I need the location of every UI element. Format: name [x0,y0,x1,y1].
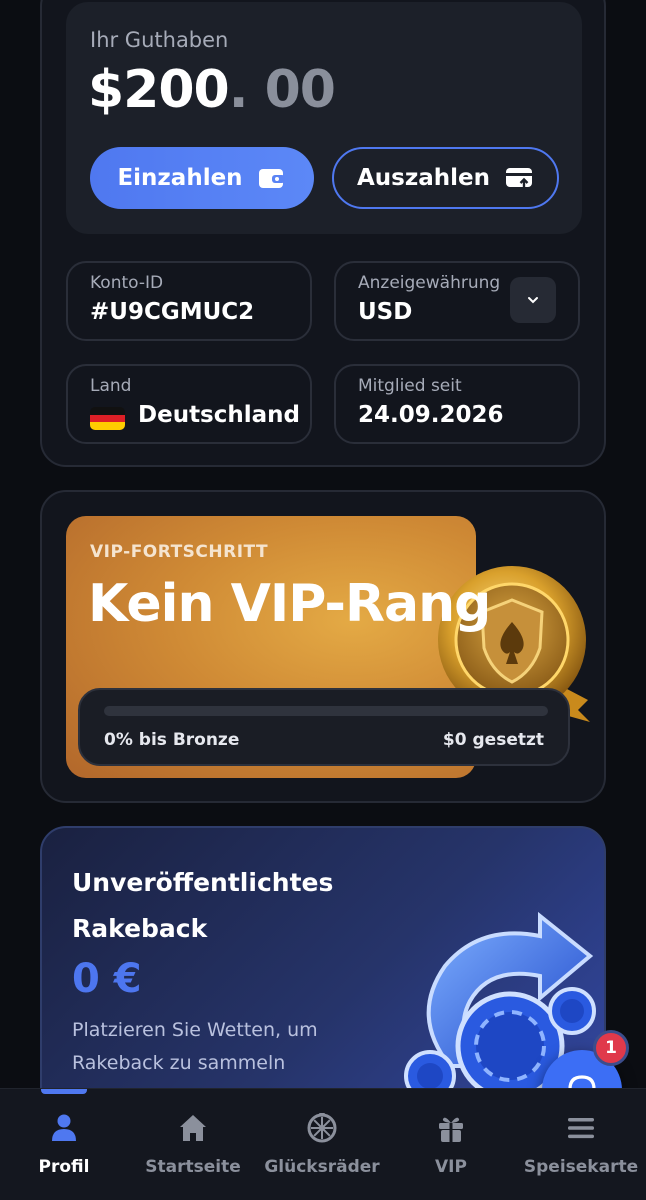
balance-amount: $200. 00 [88,60,336,120]
gift-icon [439,1117,463,1142]
germany-flag-icon [90,407,125,430]
currency-dropdown-button[interactable] [510,277,556,323]
nav-label-vip: VIP [435,1157,467,1177]
nav-label-profil: Profil [38,1157,90,1177]
account-id-value: #U9CGMUC2 [90,299,255,325]
vip-overline: VIP-FORTSCHRITT [90,542,269,562]
nav-label-gluecksraeder: Glücksräder [264,1157,380,1177]
card-upload-icon [506,168,532,189]
country-label: Land [90,376,132,396]
nav-active-indicator [41,1089,87,1094]
nav-item-vip[interactable]: VIP [386,1111,516,1177]
profile-page: Ihr Guthaben $200. 00 Einzahlen Auszahle… [0,0,646,1200]
country-value: Deutschland [138,402,300,428]
member-since-label: Mitglied seit [358,376,462,396]
balance-whole: $200 [88,60,230,120]
nav-item-startseite[interactable]: Startseite [128,1111,258,1177]
rakeback-title: Unveröffentlichtes Rakeback [72,868,334,943]
currency-value: USD [358,299,413,325]
withdraw-label: Auszahlen [356,165,490,191]
wheel-icon [307,1113,337,1143]
account-id-box: Konto-ID #U9CGMUC2 [66,261,312,341]
wallet-icon [258,169,285,188]
home-icon [180,1115,206,1141]
member-since-box: Mitglied seit 24.09.2026 [334,364,580,444]
chevron-down-icon [528,297,538,304]
nav-item-gluecksraeder[interactable]: Glücksräder [257,1111,387,1177]
support-notification-badge: 1 [593,1030,629,1066]
account-id-label: Konto-ID [90,273,164,293]
balance-label: Ihr Guthaben [90,28,229,52]
vip-rank-title: Kein VIP-Rang [88,574,491,634]
balance-box: Ihr Guthaben $200. 00 Einzahlen Auszahle… [66,2,582,234]
country-box: Land Deutschland [66,364,312,444]
rakeback-amount: 0 € [72,956,142,1002]
deposit-label: Einzahlen [117,165,243,191]
currency-selector[interactable]: Anzeigewährung USD [334,261,580,341]
rakeback-description: Platzieren Sie Wetten, um Rakeback zu sa… [72,1019,318,1074]
currency-label: Anzeigewährung [358,273,501,293]
member-since-value: 24.09.2026 [358,402,504,428]
user-icon [52,1114,76,1141]
vip-progress-box: 0% bis Bronze $0 gesetzt [78,688,570,766]
menu-icon [568,1118,594,1139]
account-card: Ihr Guthaben $200. 00 Einzahlen Auszahle… [40,0,606,467]
withdraw-button[interactable]: Auszahlen [332,147,559,209]
vip-progress-text: 0% bis Bronze [104,730,240,750]
deposit-button[interactable]: Einzahlen [90,147,314,209]
nav-item-speisekarte[interactable]: Speisekarte [516,1111,646,1177]
bottom-navigation: Profil Startseite Glücksräder VIP Speise… [0,1088,646,1200]
balance-decimal: . 00 [228,60,336,120]
nav-item-profil[interactable]: Profil [0,1111,129,1177]
vip-progress-bar [104,706,548,716]
vip-wagered-text: $0 gesetzt [442,730,544,750]
nav-label-speisekarte: Speisekarte [523,1157,639,1177]
nav-label-startseite: Startseite [145,1157,241,1177]
vip-progress-card[interactable]: VIP-FORTSCHRITT Kein VIP-Rang 0% bis Bro… [40,490,606,803]
rakeback-card: Unveröffentlichtes Rakeback 0 € Platzier… [40,826,606,1126]
